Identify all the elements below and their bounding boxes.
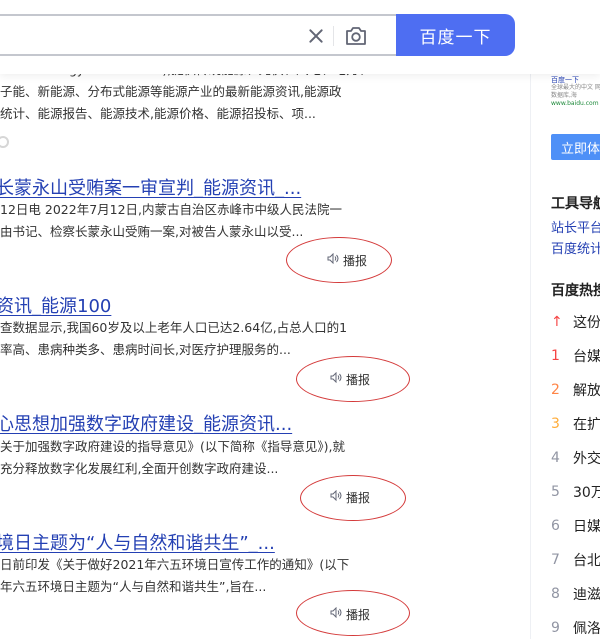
divider [333, 26, 334, 46]
hot-search-item[interactable]: 4 外交 [551, 448, 600, 468]
hot-search-text: 外交 [573, 451, 600, 467]
clear-icon[interactable] [308, 28, 324, 44]
result-snippet-2-line-1: 率高、患病种类多、患病时间长,对医疗护理服务的... [0, 342, 291, 357]
result-snippet-1-line-1: 由书记、检察长蒙永山受贿一案,对被告人蒙永山以受... [0, 224, 304, 239]
results-list: ...www.nengyuan100.com),提供传统能源、光伏、风电、电力、… [0, 0, 410, 639]
play-audio-button[interactable]: 播报 [323, 603, 377, 625]
result-snippet-0-line-1: 子能、新能源、分布式能源等能源产业的最新能源资讯,能源政 [0, 84, 342, 99]
hot-search-item[interactable]: 2 解放 [551, 380, 600, 400]
play-audio-label: 播报 [345, 607, 370, 622]
hot-search-rank: 7 [551, 552, 560, 568]
tool-link-webmaster[interactable]: 站长平台 [551, 217, 600, 236]
speaker-icon [327, 252, 339, 267]
search-box [0, 14, 400, 56]
tool-link-statistics[interactable]: 百度统计 [551, 238, 600, 257]
play-audio-button[interactable]: 播报 [323, 368, 377, 390]
hot-search-text: 迪滋 [573, 587, 600, 603]
search-header: 百度一下 [0, 0, 600, 74]
hot-search-item[interactable]: 7 台北 [551, 550, 600, 570]
speaker-icon [330, 489, 342, 504]
camera-icon[interactable] [344, 25, 370, 47]
search-button[interactable]: 百度一下 [396, 14, 515, 56]
result-snippet-3-line-0: 关于加强数字政府建设的指导意见》(以下简称《指导意见》),就 [0, 439, 345, 454]
speaker-icon [330, 371, 342, 386]
hot-search-text: 台北 [573, 553, 600, 569]
result-snippet-0-line-2: 统计、能源报告、能源技术,能源价格、能源招投标、项... [0, 106, 316, 121]
speaker-icon [330, 606, 342, 621]
result-snippet-3-line-1: 充分释放数字化发展红利,全面开创数字政府建设... [0, 461, 279, 476]
hot-search-text: 在扩 [573, 417, 600, 433]
hot-search-item[interactable]: 3 在扩 [551, 414, 600, 434]
hot-search-text: 台媒 [573, 349, 600, 365]
result-snippet-4-line-1: 年六五环境日主题为“人与自然和谐共生”,旨在... [0, 579, 267, 594]
hot-search-text: 佩洛 [573, 621, 600, 637]
hot-search-rank: 8 [551, 586, 560, 602]
hot-search-rank: 9 [551, 620, 560, 636]
search-input[interactable] [6, 22, 286, 48]
play-audio-label: 播报 [345, 372, 370, 387]
result-title-3[interactable]: 心思想加强数字政府建设_能源资讯... [0, 410, 292, 436]
hot-search-title: 百度热搜 [551, 283, 600, 299]
hot-search-rank: 6 [551, 518, 560, 534]
ad-thumbnail[interactable]: 百度一下 全球最大的中文 网页数据库,海 www.baidu.com [551, 76, 600, 126]
result-title-2[interactable]: 资讯_能源100 [0, 292, 111, 318]
result-snippet-4-line-0: 日前印发《关于做好2021年六五环境日宣传工作的通知》(以下 [0, 557, 350, 572]
hot-search-rank: 2 [551, 382, 560, 398]
tools-title: 工具导航 [551, 196, 600, 212]
result-title-4[interactable]: 境日主题为“人与自然和谐共生”_... [0, 529, 275, 555]
play-audio-label: 播报 [342, 253, 367, 268]
hot-search-item[interactable]: 1 台媒 [551, 346, 600, 366]
open-now-button[interactable]: 立即体验 [551, 134, 600, 160]
hot-search-rank: 1 [551, 348, 560, 364]
ad-desc: 全球最大的中文 网页数据库,海 [551, 84, 600, 99]
hot-search-item[interactable]: ↑ 这份 [551, 312, 600, 332]
ad-url: www.baidu.com [551, 100, 599, 107]
hot-search-text: 30万 [573, 485, 600, 501]
hot-search-rank: 3 [551, 416, 560, 432]
hot-search-rank: 5 [551, 484, 560, 500]
hot-search-item[interactable]: 6 日媒 [551, 516, 600, 536]
right-sidebar: 百度一下 全球最大的中文 网页数据库,海 www.baidu.com 立即体验 … [530, 0, 600, 639]
result-snippet-1-line-0: 12日电 2022年7月12日,内蒙古自治区赤峰市中级人民法院一 [0, 202, 343, 217]
play-audio-label: 播报 [345, 490, 370, 505]
hot-search-rank: ↑ [551, 314, 563, 330]
hot-search-item[interactable]: 5 30万 [551, 482, 600, 502]
hot-search-text: 这份 [573, 315, 600, 331]
play-audio-button[interactable]: 播报 [323, 486, 377, 508]
hot-search-item[interactable]: 9 佩洛 [551, 618, 600, 638]
result-title-1[interactable]: 长蒙永山受贿案一审宣判_能源资讯_... [0, 174, 301, 200]
hot-search-text: 解放 [573, 383, 600, 399]
hot-search-text: 日媒 [573, 519, 600, 535]
hot-search-rank: 4 [551, 450, 560, 466]
play-audio-button[interactable]: 播报 [320, 249, 374, 271]
result-snippet-2-line-0: 查数据显示,我国60岁及以上老年人口已达2.64亿,占总人口的1 [0, 320, 348, 335]
ad-brand: 百度一下 [551, 76, 579, 84]
hot-search-item[interactable]: 8 迪滋 [551, 584, 600, 604]
feedback-icon[interactable] [0, 136, 9, 148]
